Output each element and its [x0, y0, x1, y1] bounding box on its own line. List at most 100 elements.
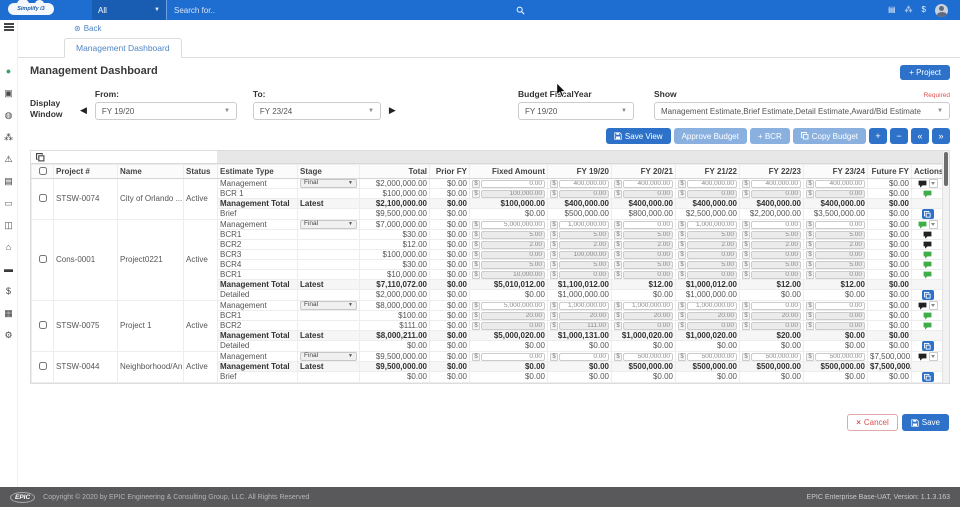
alert-icon[interactable]: ⚠ — [4, 155, 12, 164]
global-search — [166, 0, 532, 20]
fy-amount-input[interactable] — [559, 353, 609, 361]
menu-icon[interactable] — [4, 23, 14, 31]
save-view-button[interactable]: Save View — [606, 128, 671, 144]
cell-total: $2,000,000.00 — [360, 290, 430, 301]
back-button[interactable]: ⊛ Back — [74, 24, 102, 33]
search-icon[interactable] — [516, 6, 525, 15]
fy-amount-input[interactable] — [559, 180, 609, 188]
fixed-amount-input[interactable] — [481, 353, 545, 361]
fy-amount-input[interactable] — [623, 302, 673, 310]
ledger-icon[interactable]: ▬ — [4, 265, 13, 274]
book-icon[interactable]: ◫ — [4, 221, 13, 230]
fy-amount-input[interactable] — [687, 302, 737, 310]
document-icon[interactable]: ▤ — [888, 6, 896, 14]
fy-amount-input[interactable] — [623, 353, 673, 361]
map-icon[interactable]: ◍ — [5, 111, 13, 120]
add-bcr-button[interactable]: + BCR — [750, 128, 790, 144]
scroll-left-button[interactable]: « — [911, 128, 929, 144]
display-window-prev-button[interactable]: ◀ — [80, 105, 87, 116]
fy-amount-input[interactable] — [815, 302, 865, 310]
cell-fy-0: $0.00 — [548, 362, 612, 372]
document-icon[interactable]: ▤ — [4, 177, 13, 186]
fy-amount-input[interactable] — [687, 221, 737, 229]
save-button[interactable]: Save — [902, 414, 949, 431]
network-icon[interactable]: ⁂ — [4, 133, 13, 142]
fy-amount-input[interactable] — [815, 353, 865, 361]
row-checkbox[interactable] — [39, 255, 47, 263]
fixed-amount-input[interactable] — [481, 221, 545, 229]
comment-button[interactable] — [923, 271, 932, 279]
row-checkbox[interactable] — [39, 194, 47, 202]
copy-row-button[interactable] — [922, 290, 934, 300]
copy-grid-icon[interactable] — [36, 153, 45, 162]
comment-button[interactable] — [923, 241, 932, 249]
finance-icon[interactable]: $ — [6, 287, 11, 296]
display-window-next-button[interactable]: ▶ — [389, 105, 396, 116]
copy-row-button[interactable] — [922, 209, 934, 219]
list-icon[interactable]: ▦ — [4, 309, 13, 318]
stage-select[interactable]: Final▼ — [300, 179, 357, 188]
finance-icon[interactable]: $ — [922, 6, 926, 14]
stage-select[interactable]: Final▼ — [300, 301, 357, 310]
copy-row-button[interactable] — [922, 372, 934, 382]
select-all-checkbox[interactable] — [39, 167, 47, 175]
fy-amount-input[interactable] — [751, 221, 801, 229]
scroll-right-button[interactable]: » — [932, 128, 950, 144]
fy-amount-input[interactable] — [815, 221, 865, 229]
search-scope-select[interactable]: All ▼ — [92, 0, 166, 20]
globe-icon[interactable]: ● — [6, 67, 11, 76]
copy-row-button[interactable] — [922, 341, 934, 351]
folder-icon[interactable]: ▭ — [4, 199, 13, 208]
settings-icon[interactable]: ⚙ — [4, 331, 12, 340]
fy-amount-input[interactable] — [751, 353, 801, 361]
row-checkbox[interactable] — [39, 362, 47, 370]
fixed-amount-input[interactable] — [481, 180, 545, 188]
comment-button[interactable] — [923, 261, 932, 269]
scrollbar-thumb[interactable] — [944, 152, 948, 186]
expand-chevron-button[interactable] — [929, 179, 938, 188]
tab-management-dashboard[interactable]: Management Dashboard — [64, 38, 182, 58]
copy-budget-button[interactable]: Copy Budget — [793, 128, 866, 144]
expand-all-button[interactable]: + — [869, 128, 887, 144]
comment-button[interactable] — [923, 231, 932, 239]
fy-amount-input[interactable] — [687, 353, 737, 361]
fy-amount-input[interactable] — [623, 221, 673, 229]
comment-button[interactable] — [918, 353, 927, 361]
comment-button[interactable] — [923, 312, 932, 320]
collapse-all-button[interactable]: − — [890, 128, 908, 144]
site-icon[interactable]: ⌂ — [6, 243, 11, 252]
stage-select[interactable]: Final▼ — [300, 352, 357, 361]
fy-amount-input[interactable] — [559, 221, 609, 229]
row-checkbox[interactable] — [39, 321, 47, 329]
fy-amount-input[interactable] — [815, 180, 865, 188]
expand-chevron-button[interactable] — [929, 352, 938, 361]
fy-amount-input[interactable] — [751, 302, 801, 310]
network-icon[interactable]: ⁂ — [905, 6, 913, 14]
comment-button[interactable] — [923, 190, 932, 198]
fy-amount-input[interactable] — [687, 180, 737, 188]
comment-button[interactable] — [918, 302, 927, 310]
expand-chevron-button[interactable] — [929, 220, 938, 229]
brand-logo[interactable]: Simplify i3 — [0, 0, 92, 20]
comment-button[interactable] — [918, 221, 927, 229]
fy-amount-input[interactable] — [559, 302, 609, 310]
from-select[interactable]: FY 19/20 ▼ — [95, 102, 237, 120]
user-avatar[interactable] — [935, 4, 948, 17]
add-project-button[interactable]: + Project — [900, 65, 950, 80]
comment-button[interactable] — [923, 322, 932, 330]
show-select[interactable]: Management Estimate,Brief Estimate,Detai… — [654, 102, 950, 120]
comment-button[interactable] — [923, 251, 932, 259]
fy-amount-input[interactable] — [623, 180, 673, 188]
cancel-button[interactable]: × Cancel — [847, 414, 898, 431]
search-input[interactable] — [174, 6, 516, 15]
expand-chevron-button[interactable] — [929, 301, 938, 310]
fixed-amount-input[interactable] — [481, 302, 545, 310]
fy-amount-input[interactable] — [751, 180, 801, 188]
comment-button[interactable] — [918, 180, 927, 188]
vehicle-icon[interactable]: ▣ — [4, 89, 13, 98]
stage-select[interactable]: Final▼ — [300, 220, 357, 229]
budget-fiscal-year-select[interactable]: FY 19/20 ▼ — [518, 102, 634, 120]
grid-vertical-scrollbar[interactable] — [942, 151, 949, 383]
approve-budget-button[interactable]: Approve Budget — [674, 128, 747, 144]
to-select[interactable]: FY 23/24 ▼ — [253, 102, 381, 120]
